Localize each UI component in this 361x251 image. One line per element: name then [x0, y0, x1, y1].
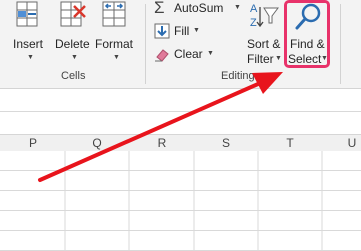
sort-filter-label-line1: Sort &: [247, 37, 281, 51]
column-header-p[interactable]: P: [29, 136, 37, 150]
svg-text:Z: Z: [250, 17, 257, 29]
find-select-label-line1: Find &: [290, 37, 325, 51]
find-select-dropdown-icon: ▼: [321, 55, 328, 62]
formula-bar[interactable]: [0, 89, 361, 112]
insert-button[interactable]: Insert ▼: [8, 0, 52, 66]
fill-label: Fill: [174, 24, 190, 38]
autosum-dropdown-icon: ▼: [234, 4, 241, 11]
fill-dropdown-icon: ▼: [193, 27, 200, 34]
insert-cells-icon: [16, 1, 38, 27]
insert-dropdown-icon: ▼: [27, 54, 34, 61]
sort-filter-button[interactable]: A Z Sort & Filter ▼: [244, 0, 284, 66]
sort-filter-dropdown-icon: ▼: [275, 55, 282, 62]
column-header-u[interactable]: U: [348, 136, 357, 150]
clear-dropdown-icon: ▼: [207, 50, 214, 57]
ribbon: Insert ▼ Delete ▼ Format ▼ Cells Σ AutoS…: [0, 0, 361, 89]
delete-cells-icon: [60, 1, 86, 27]
format-label: Format: [95, 37, 134, 51]
autosum-button[interactable]: Σ AutoSum ▼: [152, 0, 241, 17]
name-row-spacer: [0, 112, 361, 134]
autosum-label: AutoSum: [174, 1, 224, 15]
eraser-icon: [155, 49, 169, 62]
column-header-t[interactable]: T: [286, 136, 293, 150]
sort-filter-label-line2: Filter: [247, 52, 274, 66]
find-select-label-line2: Select: [288, 52, 322, 66]
column-header-s[interactable]: S: [222, 136, 230, 150]
delete-label: Delete: [55, 37, 90, 51]
column-headers: P Q R S T U: [0, 134, 361, 152]
editing-group-label: Editing: [221, 70, 254, 82]
group-divider-right: [340, 4, 341, 84]
cells-group-label: Cells: [61, 70, 86, 82]
clear-label: Clear: [174, 47, 203, 61]
magnifier-icon: [295, 3, 321, 30]
fill-button[interactable]: Fill ▼: [152, 22, 222, 40]
group-divider: [145, 4, 146, 84]
delete-dropdown-icon: ▼: [71, 54, 78, 61]
format-dropdown-icon: ▼: [113, 54, 120, 61]
find-select-button[interactable]: Find & Select ▼: [284, 0, 330, 68]
sort-filter-icon: A Z: [250, 3, 279, 29]
fill-down-icon: [154, 23, 170, 39]
format-button[interactable]: Format ▼: [94, 0, 138, 66]
delete-button[interactable]: Delete ▼: [52, 0, 96, 66]
column-header-r[interactable]: R: [158, 136, 167, 150]
insert-label: Insert: [13, 37, 44, 51]
cell-grid[interactable]: [0, 151, 361, 251]
sigma-icon: Σ: [154, 0, 165, 17]
column-header-q[interactable]: Q: [92, 136, 101, 150]
clear-button[interactable]: Clear ▼: [152, 45, 222, 63]
format-cells-icon: [102, 1, 126, 27]
svg-text:A: A: [250, 3, 258, 15]
